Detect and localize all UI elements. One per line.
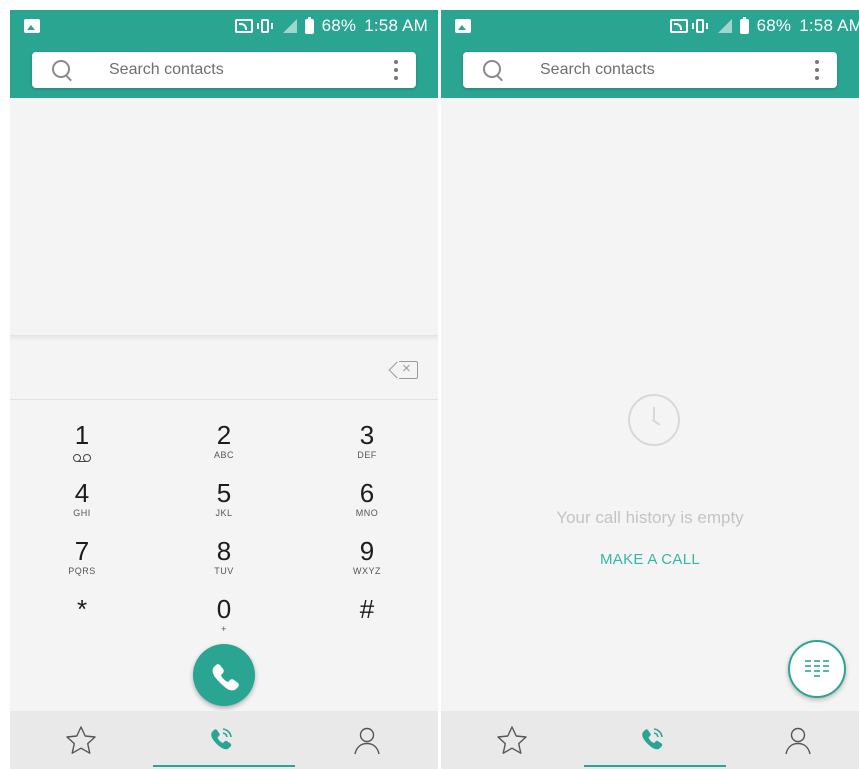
key-letters: MNO bbox=[355, 508, 379, 518]
voicemail-icon bbox=[73, 453, 91, 463]
backspace-icon[interactable] bbox=[399, 360, 418, 379]
search-input[interactable]: Search contacts bbox=[463, 52, 837, 88]
nav-calls[interactable] bbox=[584, 711, 726, 769]
call-history-screen: 68% 1:58 AM Search contacts Your call hi… bbox=[441, 10, 859, 769]
search-icon bbox=[483, 60, 501, 78]
key-letters: WXYZ bbox=[353, 566, 381, 576]
key-digit: * bbox=[76, 594, 88, 624]
key-digit: 9 bbox=[359, 536, 375, 566]
nav-contacts[interactable] bbox=[296, 711, 438, 769]
dialed-number-field[interactable] bbox=[10, 341, 438, 400]
key-digit: 0 bbox=[216, 594, 232, 624]
key-letters: ABC bbox=[213, 450, 234, 460]
make-a-call-button[interactable]: MAKE A CALL bbox=[441, 551, 859, 568]
phone-call-icon bbox=[642, 728, 663, 750]
key-star[interactable]: * bbox=[32, 594, 132, 650]
key-digit: 2 bbox=[216, 420, 232, 450]
key-9[interactable]: 9 WXYZ bbox=[317, 536, 417, 592]
star-icon bbox=[497, 726, 527, 754]
key-letters: TUV bbox=[214, 566, 234, 576]
phone-call-icon bbox=[211, 728, 232, 750]
key-letters: GHI bbox=[73, 508, 91, 518]
status-bar: 68% 1:58 AM bbox=[441, 10, 859, 42]
active-tab-indicator bbox=[584, 765, 726, 767]
key-letters: + bbox=[221, 624, 227, 634]
clock-time: 1:58 AM bbox=[799, 16, 859, 35]
cast-icon bbox=[669, 19, 688, 33]
more-vert-icon[interactable] bbox=[815, 60, 819, 80]
clock-icon bbox=[628, 394, 680, 446]
key-digit: 5 bbox=[216, 478, 232, 508]
key-digit: 8 bbox=[216, 536, 232, 566]
key-digit: 7 bbox=[74, 536, 90, 566]
search-input[interactable]: Search contacts bbox=[32, 52, 416, 88]
key-1[interactable]: 1 bbox=[32, 420, 132, 476]
search-bar-container: Search contacts bbox=[10, 42, 438, 98]
search-placeholder: Search contacts bbox=[109, 61, 224, 78]
empty-history-message: Your call history is empty bbox=[556, 508, 744, 527]
search-bar-container: Search contacts bbox=[441, 42, 859, 98]
key-6[interactable]: 6 MNO bbox=[317, 478, 417, 534]
key-4[interactable]: 4 GHI bbox=[32, 478, 132, 534]
dialer-screen: 68% 1:58 AM Search contacts 1 2 ABC 3 DE… bbox=[10, 10, 438, 769]
status-icons: 68% 1:58 AM bbox=[234, 16, 428, 36]
person-icon bbox=[354, 727, 380, 755]
battery-icon bbox=[739, 16, 749, 34]
battery-icon bbox=[304, 16, 314, 34]
phone-icon bbox=[212, 664, 239, 691]
no-signal-icon bbox=[282, 19, 297, 33]
vibrate-icon bbox=[691, 19, 708, 33]
key-digit: 6 bbox=[359, 478, 375, 508]
key-8[interactable]: 8 TUV bbox=[174, 536, 274, 592]
nav-contacts[interactable] bbox=[727, 711, 859, 769]
cast-icon bbox=[234, 19, 253, 33]
key-digit: 4 bbox=[74, 478, 90, 508]
bottom-nav bbox=[441, 711, 859, 769]
key-5[interactable]: 5 JKL bbox=[174, 478, 274, 534]
star-icon bbox=[66, 726, 96, 754]
clock-time: 1:58 AM bbox=[364, 16, 428, 35]
no-signal-icon bbox=[717, 19, 732, 33]
status-icons: 68% 1:58 AM bbox=[669, 16, 859, 36]
nav-calls[interactable] bbox=[153, 711, 295, 769]
key-digit: 3 bbox=[359, 420, 375, 450]
key-3[interactable]: 3 DEF bbox=[317, 420, 417, 476]
active-tab-indicator bbox=[153, 765, 295, 767]
key-letters: DEF bbox=[357, 450, 377, 460]
person-icon bbox=[785, 727, 811, 755]
dialpad-icon bbox=[805, 660, 829, 677]
gallery-notification-icon bbox=[455, 19, 471, 33]
vibrate-icon bbox=[256, 19, 273, 33]
key-digit: 1 bbox=[74, 420, 90, 450]
key-7[interactable]: 7 PQRS bbox=[32, 536, 132, 592]
key-2[interactable]: 2 ABC bbox=[174, 420, 274, 476]
nav-favorites[interactable] bbox=[10, 711, 152, 769]
bottom-nav bbox=[10, 711, 438, 769]
call-button[interactable] bbox=[193, 644, 255, 706]
dialpad-button[interactable] bbox=[788, 640, 846, 698]
search-placeholder: Search contacts bbox=[540, 61, 655, 78]
status-bar: 68% 1:58 AM bbox=[10, 10, 438, 42]
key-0[interactable]: 0 + bbox=[174, 594, 274, 650]
gallery-notification-icon bbox=[24, 19, 40, 33]
more-vert-icon[interactable] bbox=[394, 60, 398, 80]
battery-percent: 68% bbox=[321, 16, 357, 35]
key-hash[interactable]: # bbox=[317, 594, 417, 650]
search-icon bbox=[52, 60, 70, 78]
key-letters: PQRS bbox=[68, 566, 96, 576]
battery-percent: 68% bbox=[756, 16, 792, 35]
key-letters: JKL bbox=[215, 508, 233, 518]
key-digit: # bbox=[359, 594, 375, 624]
nav-favorites[interactable] bbox=[441, 711, 583, 769]
